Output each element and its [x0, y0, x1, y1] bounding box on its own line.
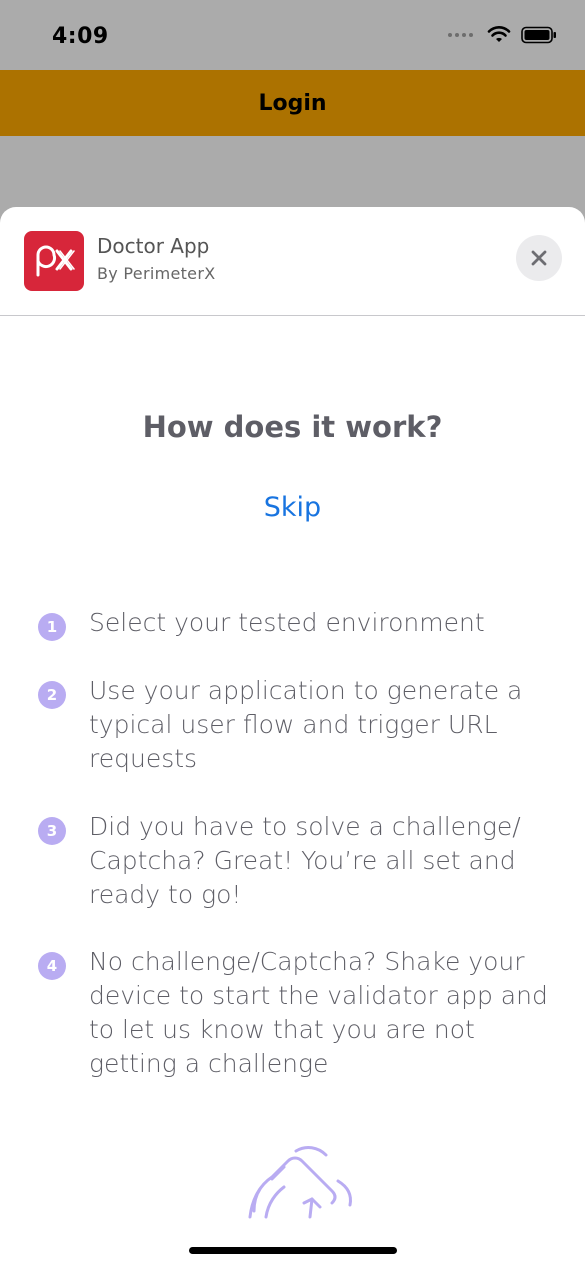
close-icon: [531, 250, 547, 266]
app-clip-sheet: Doctor App By PerimeterX How does it wor…: [0, 207, 585, 1266]
status-icons: [448, 26, 557, 44]
nav-title: Login: [258, 90, 327, 116]
step-number-badge: 1: [38, 613, 66, 641]
step-number-badge: 3: [38, 817, 66, 845]
app-publisher: By PerimeterX: [97, 264, 216, 283]
wifi-icon: [487, 26, 511, 42]
signal-dots-icon: [448, 33, 473, 37]
app-icon: [24, 231, 84, 291]
battery-icon: [521, 26, 556, 44]
close-button[interactable]: [516, 235, 562, 281]
shake-hand-icon: [248, 1146, 352, 1219]
sheet-header: Doctor App By PerimeterX: [0, 207, 585, 316]
step-number-badge: 2: [38, 681, 66, 709]
nav-bar: Login: [0, 70, 585, 136]
status-time: 4:09: [52, 24, 109, 49]
step-text: No challenge/Captcha? Shake your device …: [89, 947, 548, 1078]
perimeterx-logo-icon: [36, 245, 75, 277]
page-title: How does it work?: [142, 410, 443, 444]
app-name: Doctor App: [97, 234, 210, 258]
step-text: Did you have to solve a challenge/ Captc…: [89, 812, 521, 909]
status-bar: 4:09: [0, 0, 585, 70]
home-indicator[interactable]: [189, 1247, 397, 1254]
step-text: Use your application to generate a typic…: [89, 676, 523, 773]
step-number-badge: 4: [38, 952, 66, 980]
step-text: Select your tested environment: [89, 608, 485, 637]
skip-link[interactable]: Skip: [0, 492, 585, 523]
